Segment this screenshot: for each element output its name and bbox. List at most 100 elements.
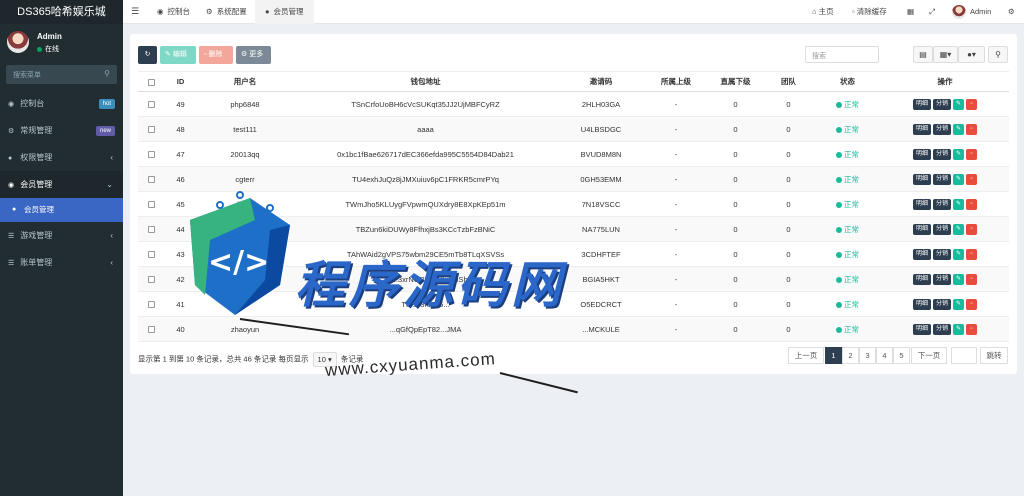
table-row[interactable]: 46 cgterr TU4exhJuQz8jJMXuiuv6pC1FRKR5cmrP…	[138, 166, 1009, 192]
delete-row-button[interactable]: ▫	[966, 248, 978, 260]
sidebar-search[interactable]: 搜索菜单 ⚲	[6, 65, 117, 84]
delete-row-button[interactable]: ▫	[966, 148, 978, 160]
row-checkbox[interactable]	[138, 116, 164, 142]
edit-row-button[interactable]: ✎	[953, 148, 965, 160]
sidebar-item-permission[interactable]: ● 权限管理 ‹	[0, 144, 123, 171]
delete-row-button[interactable]: ▫	[966, 198, 978, 210]
row-checkbox[interactable]	[138, 291, 164, 317]
row-checkbox[interactable]	[138, 266, 164, 292]
split-button[interactable]: 分销	[933, 123, 952, 135]
table-row[interactable]: 47 20013qq 0x1bc1fBae626717dEC366efda995C5…	[138, 141, 1009, 167]
split-button[interactable]: 分销	[933, 298, 952, 310]
page-1-button[interactable]: 1	[825, 347, 842, 364]
detail-button[interactable]: 明细	[912, 198, 931, 210]
checkbox-icon[interactable]	[147, 151, 155, 159]
checkbox-icon[interactable]	[147, 176, 155, 184]
delete-row-button[interactable]: ▫	[966, 123, 978, 135]
search-icon[interactable]: ⚲	[988, 46, 1008, 63]
tab-system-config[interactable]: ⚙ 系统配置	[196, 0, 257, 24]
edit-row-button[interactable]: ✎	[953, 273, 965, 285]
row-checkbox[interactable]	[138, 166, 164, 192]
edit-row-button[interactable]: ✎	[953, 223, 965, 235]
more-button[interactable]: ⚙ 更多	[236, 46, 271, 64]
split-button[interactable]: 分销	[933, 223, 952, 235]
skin-settings-icon[interactable]: ⚙	[1008, 0, 1015, 24]
detail-button[interactable]: 明细	[912, 148, 931, 160]
detail-button[interactable]: 明细	[912, 123, 931, 135]
sidebar-subitem-members[interactable]: ● 会员管理	[0, 198, 123, 222]
checkbox-icon[interactable]	[147, 326, 155, 334]
jump-button[interactable]: 跳转	[980, 347, 1008, 364]
edit-row-button[interactable]: ✎	[953, 298, 965, 310]
checkbox-icon[interactable]	[147, 201, 155, 209]
edit-row-button[interactable]: ✎	[953, 123, 965, 135]
prev-page-button[interactable]: 上一页	[788, 347, 824, 364]
clear-cache-button[interactable]: ▫ 清除缓存	[852, 0, 887, 24]
split-button[interactable]: 分销	[933, 198, 952, 210]
detail-button[interactable]: 明细	[912, 298, 931, 310]
next-page-button[interactable]: 下一页	[911, 347, 947, 364]
row-checkbox[interactable]	[138, 216, 164, 242]
checkbox-icon[interactable]	[147, 276, 155, 284]
delete-row-button[interactable]: ▫	[966, 173, 978, 185]
toggle-view-icon[interactable]: ▤	[913, 46, 933, 63]
detail-button[interactable]: 明细	[912, 173, 931, 185]
page-5-button[interactable]: 5	[893, 347, 910, 364]
fullscreen-icon[interactable]: ⤢	[929, 0, 935, 24]
checkbox-icon[interactable]	[147, 251, 155, 259]
delete-row-button[interactable]: ▫	[966, 223, 978, 235]
split-button[interactable]: 分销	[933, 323, 952, 335]
delete-row-button[interactable]: ▫	[966, 298, 978, 310]
language-icon[interactable]: ▦	[907, 0, 914, 24]
row-checkbox[interactable]	[138, 191, 164, 217]
edit-row-button[interactable]: ✎	[953, 173, 965, 185]
columns-icon[interactable]: ▦▾	[933, 46, 958, 63]
detail-button[interactable]: 明细	[912, 273, 931, 285]
delete-row-button[interactable]: ▫	[966, 98, 978, 110]
edit-button[interactable]: ✎ 编辑	[160, 46, 196, 64]
edit-row-button[interactable]: ✎	[953, 198, 965, 210]
detail-button[interactable]: 明细	[912, 248, 931, 260]
tab-dashboard[interactable]: ◉ 控制台	[147, 0, 200, 24]
sidebar-item-games[interactable]: ☰ 游戏管理 ‹	[0, 222, 123, 249]
edit-row-button[interactable]: ✎	[953, 323, 965, 335]
checkbox-icon[interactable]	[147, 78, 155, 86]
checkbox-icon[interactable]	[147, 126, 155, 134]
split-button[interactable]: 分销	[933, 273, 952, 285]
detail-button[interactable]: 明细	[912, 223, 931, 235]
checkbox-icon[interactable]	[147, 226, 155, 234]
edit-row-button[interactable]: ✎	[953, 98, 965, 110]
delete-button[interactable]: ▫ 删除	[199, 46, 233, 64]
split-button[interactable]: 分销	[933, 248, 952, 260]
home-link[interactable]: ⌂ 主页	[812, 0, 834, 24]
sidebar-item-bills[interactable]: ☰ 账单管理 ‹	[0, 249, 123, 276]
select-all-checkbox[interactable]	[138, 71, 164, 92]
detail-button[interactable]: 明细	[912, 98, 931, 110]
page-2-button[interactable]: 2	[842, 347, 859, 364]
row-checkbox[interactable]	[138, 241, 164, 267]
table-row[interactable]: 40 zhaoyun ...qGfQpEpT82...JMA ...MCKULE -0 0…	[138, 316, 1009, 342]
delete-row-button[interactable]: ▫	[966, 273, 978, 285]
table-row[interactable]: 49 php6848 TSnCrfoUoBH6cVcSUKqt35JJ2UjMBFC…	[138, 91, 1009, 117]
split-button[interactable]: 分销	[933, 173, 952, 185]
row-checkbox[interactable]	[138, 91, 164, 117]
row-checkbox[interactable]	[138, 141, 164, 167]
page-4-button[interactable]: 4	[876, 347, 893, 364]
edit-row-button[interactable]: ✎	[953, 248, 965, 260]
top-avatar[interactable]	[952, 5, 966, 19]
detail-button[interactable]: 明细	[912, 323, 931, 335]
table-row[interactable]: 48 test111 aaaa U4LBSDGC -0 0 正常 明细 分销 ✎ ▫	[138, 116, 1009, 142]
sidebar-item-members[interactable]: ◉ 会员管理 ⌄	[0, 171, 123, 198]
table-search-input[interactable]: 搜索	[805, 46, 879, 63]
split-button[interactable]: 分销	[933, 148, 952, 160]
sidebar-item-dashboard[interactable]: ◉ 控制台 hot	[0, 90, 123, 117]
row-checkbox[interactable]	[138, 316, 164, 342]
tab-member-management[interactable]: ● 会员管理	[255, 0, 314, 24]
search-icon[interactable]: ⚲	[104, 69, 110, 78]
top-user-name[interactable]: Admin	[970, 0, 991, 24]
checkbox-icon[interactable]	[147, 301, 155, 309]
col-id[interactable]: ID	[164, 71, 197, 92]
checkbox-icon[interactable]	[147, 101, 155, 109]
refresh-button[interactable]: ↻	[138, 46, 157, 64]
export-icon[interactable]: ●▾	[958, 46, 985, 63]
